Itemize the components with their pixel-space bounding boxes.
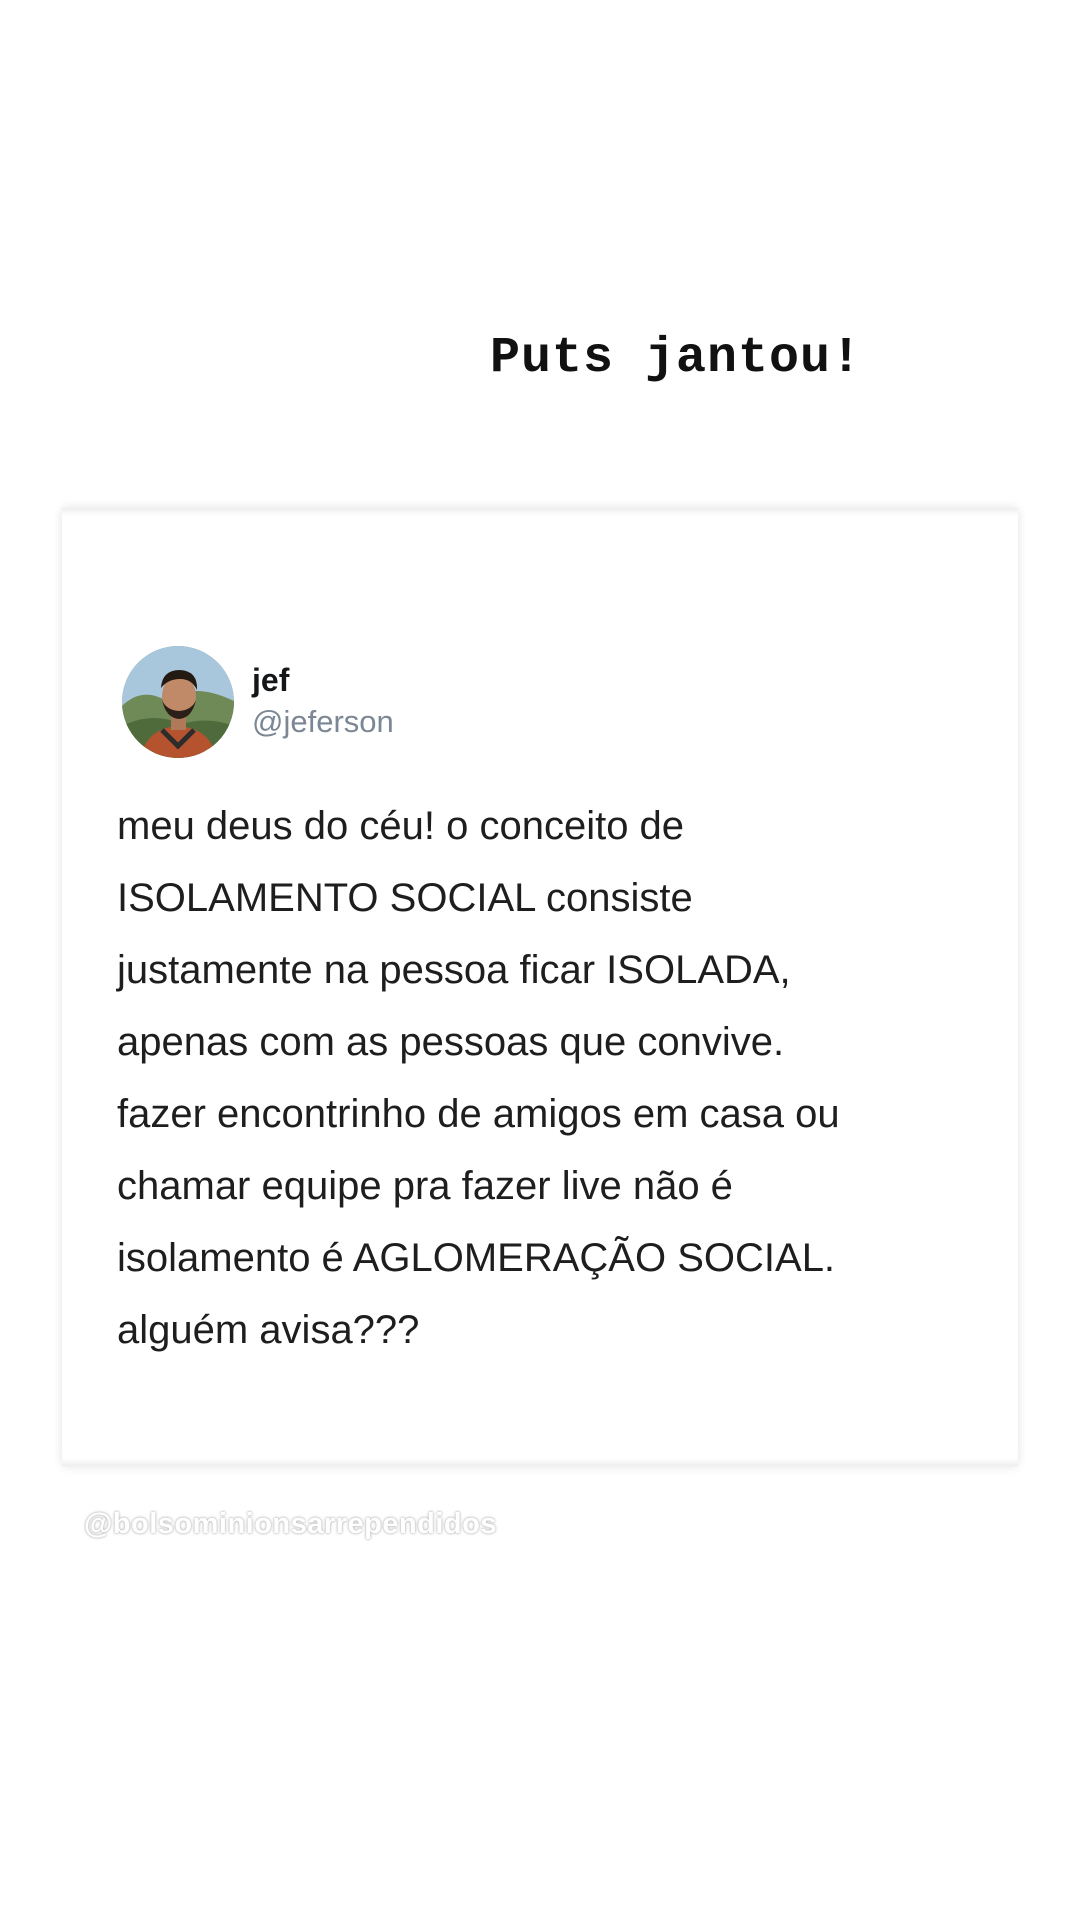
profile-photo-icon <box>122 646 234 758</box>
story-caption: Puts jantou! <box>490 330 863 387</box>
tweet-line: meu deus do céu! o conceito de <box>117 804 685 848</box>
card-top-edge <box>62 508 1018 516</box>
watermark-handle: @bolsominionsarrependidos <box>84 1508 497 1540</box>
tweet-line: ISOLAMENTO SOCIAL consiste <box>117 876 693 920</box>
tweet-line: isolamento é AGLOMERAÇÃO SOCIAL. <box>117 1236 836 1280</box>
tweet-line: justamente na pessoa ficar ISOLADA, <box>117 948 791 992</box>
tweet-text: meu deus do céu! o conceito de ISOLAMENT… <box>117 790 997 1366</box>
author-handle: @jeferson <box>252 704 394 739</box>
tweet-screenshot-card: jef @jeferson meu deus do céu! o conceit… <box>62 508 1018 1466</box>
tweet-line: apenas com as pessoas que convive. <box>117 1020 785 1064</box>
tweet-line: fazer encontrinho de amigos em casa ou <box>117 1092 840 1136</box>
avatar <box>122 646 234 758</box>
card-bottom-edge <box>62 1458 1018 1466</box>
author-display-name: jef <box>252 662 290 698</box>
tweet-line: alguém avisa??? <box>117 1308 420 1352</box>
tweet-line: chamar equipe pra fazer live não é <box>117 1164 733 1208</box>
